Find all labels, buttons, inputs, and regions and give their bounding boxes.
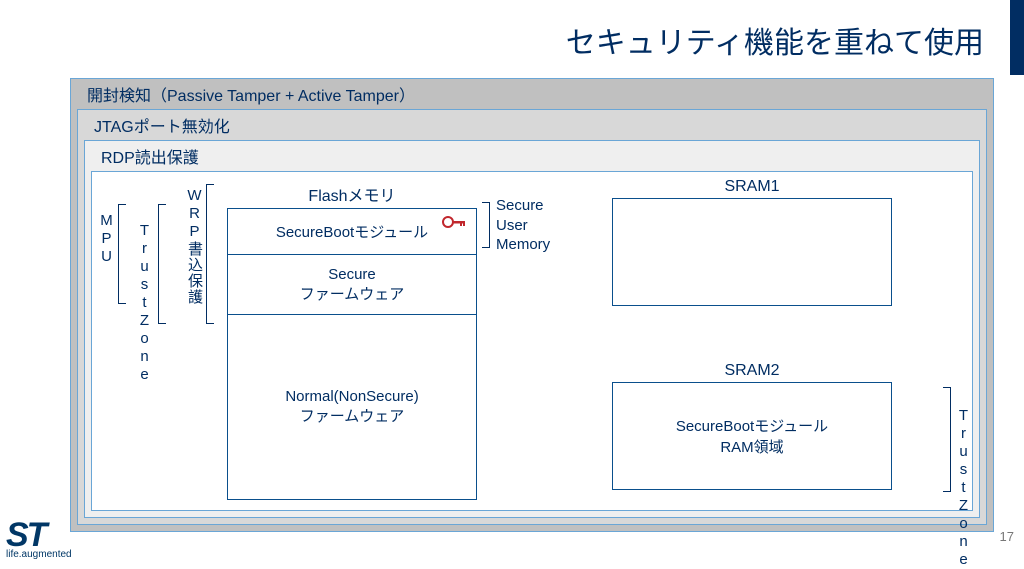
- logo-tagline: life.augmented: [6, 549, 72, 560]
- securefw-row: Secure ファームウェア: [228, 255, 476, 315]
- mpu-bracket: [118, 204, 126, 304]
- normalfw-row: Normal(NonSecure) ファームウェア: [228, 315, 476, 499]
- sum-l1: Secure: [496, 196, 550, 216]
- logo: ST life.augmented: [6, 522, 72, 560]
- layer-jtag: JTAGポート無効化 RDP読出保護 MPU TrustZone WRP書込保護…: [77, 109, 987, 525]
- layer-tamper: 開封検知（Passive Tamper + Active Tamper） JTA…: [70, 78, 994, 532]
- sram2-content-l1: SecureBootモジュール: [676, 415, 828, 436]
- flash-title: Flashメモリ: [227, 182, 477, 208]
- key-icon: [442, 215, 466, 233]
- sum-l3: Memory: [496, 235, 550, 255]
- diagram-container: 開封検知（Passive Tamper + Active Tamper） JTA…: [70, 78, 994, 532]
- secureboot-row: SecureBootモジュール: [228, 209, 476, 255]
- secureboot-label: SecureBootモジュール: [276, 221, 428, 242]
- layer-rdp: RDP読出保護 MPU TrustZone WRP書込保護 Flashメモリ S…: [84, 140, 980, 518]
- securefw-l1: Secure: [328, 266, 376, 283]
- sram2-group: SRAM2 SecureBootモジュール RAM領域: [612, 362, 892, 490]
- wrp-bracket: [206, 184, 214, 324]
- securefw-l2: ファームウェア: [300, 283, 405, 304]
- trustzone-left-label: TrustZone: [136, 222, 153, 384]
- sram2-content-l2: RAM領域: [720, 436, 783, 457]
- sum-bracket: [482, 202, 490, 248]
- sram2-box: SecureBootモジュール RAM領域: [612, 382, 892, 490]
- layer-inner: MPU TrustZone WRP書込保護 Flashメモリ SecureBoo…: [91, 171, 973, 511]
- sum-l2: User: [496, 216, 550, 236]
- layer-tamper-label: 開封検知（Passive Tamper + Active Tamper）: [77, 79, 987, 109]
- flash-box: SecureBootモジュール: [227, 208, 477, 500]
- flash-memory-group: Flashメモリ SecureBootモジュール: [227, 182, 477, 500]
- normal-l1: Normal(NonSecure): [285, 388, 418, 405]
- trustzone-right-label: TrustZone: [955, 407, 972, 569]
- secure-user-memory-label: Secure User Memory: [496, 196, 550, 255]
- sram2-title: SRAM2: [612, 362, 892, 382]
- layer-rdp-label: RDP読出保護: [91, 141, 973, 171]
- normal-l2: ファームウェア: [300, 405, 405, 426]
- accent-bar: [1010, 0, 1024, 75]
- layer-jtag-label: JTAGポート無効化: [84, 110, 980, 140]
- wrp-label: WRP書込保護: [184, 187, 205, 305]
- page-number: 17: [1000, 529, 1014, 544]
- trustzone-left-bracket: [158, 204, 166, 324]
- mpu-label: MPU: [98, 212, 115, 266]
- trustzone-right-bracket: [943, 387, 951, 492]
- sram1-group: SRAM1: [612, 178, 892, 306]
- sram1-box: [612, 198, 892, 306]
- sram1-title: SRAM1: [612, 178, 892, 198]
- slide-title: セキュリティ機能を重ねて使用: [566, 18, 984, 62]
